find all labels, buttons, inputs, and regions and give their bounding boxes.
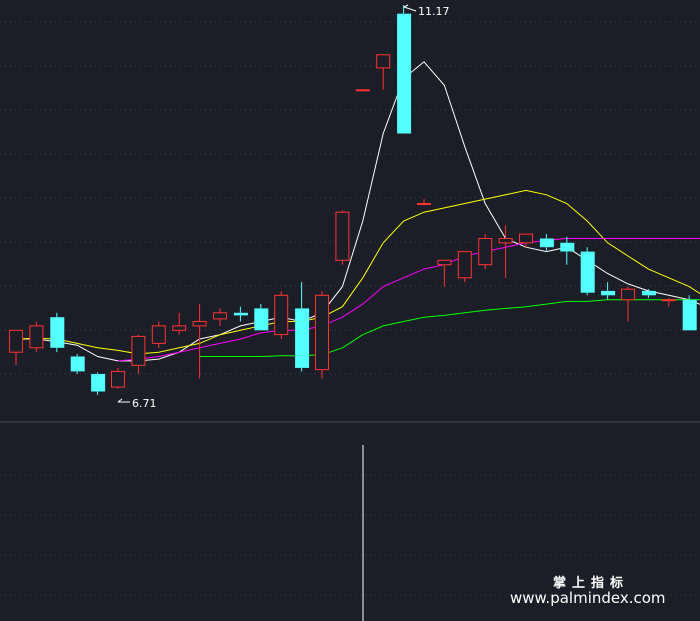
candle-body — [274, 294, 289, 336]
candle-body — [560, 242, 575, 252]
candle-body — [397, 13, 412, 134]
candle-body — [580, 251, 595, 293]
candle-body — [91, 374, 106, 392]
low-label: 6.71 — [132, 397, 157, 410]
candle — [111, 367, 125, 389]
watermark-url: www.palmindex.com — [510, 589, 666, 607]
candle — [70, 353, 85, 375]
candle-body — [457, 251, 472, 279]
candle-body — [621, 288, 635, 301]
candle-body — [29, 325, 44, 349]
candle-body — [601, 290, 616, 296]
candle — [397, 5, 412, 134]
stock-chart: 11.17 6.71 掌上指标 www.palmindex.com — [0, 0, 700, 621]
candle-body — [661, 299, 676, 302]
candle-body — [254, 308, 269, 331]
candle-body — [295, 308, 310, 368]
candle-body — [9, 329, 23, 353]
candle-body — [335, 211, 350, 261]
candle-body — [682, 299, 697, 331]
candle — [151, 321, 166, 348]
candle-body — [213, 312, 227, 320]
candle — [50, 312, 65, 353]
candle-body — [172, 325, 187, 331]
high-label: 11.17 — [418, 5, 450, 18]
candle-body — [539, 238, 554, 248]
candle-body — [498, 238, 513, 244]
candle-body — [376, 54, 391, 69]
candle-body — [417, 203, 431, 205]
candle — [315, 290, 329, 379]
candle-body — [315, 294, 329, 371]
candle-body — [192, 321, 207, 327]
candle — [580, 247, 595, 296]
candle — [335, 210, 350, 265]
candle-body — [131, 335, 146, 366]
candle-body — [233, 312, 248, 316]
candle — [355, 89, 370, 92]
candle — [682, 295, 697, 331]
candle — [274, 290, 289, 340]
candle-body — [50, 317, 65, 348]
candle-body — [478, 238, 493, 266]
candle-body — [437, 259, 452, 266]
candle-body — [111, 370, 125, 388]
candle — [478, 234, 493, 270]
candle-body — [519, 233, 533, 244]
candle-body — [151, 325, 166, 344]
candle-body — [355, 89, 370, 92]
candle-body — [70, 356, 85, 372]
candle — [29, 321, 44, 353]
candle — [457, 251, 472, 283]
candle-body — [641, 290, 656, 296]
